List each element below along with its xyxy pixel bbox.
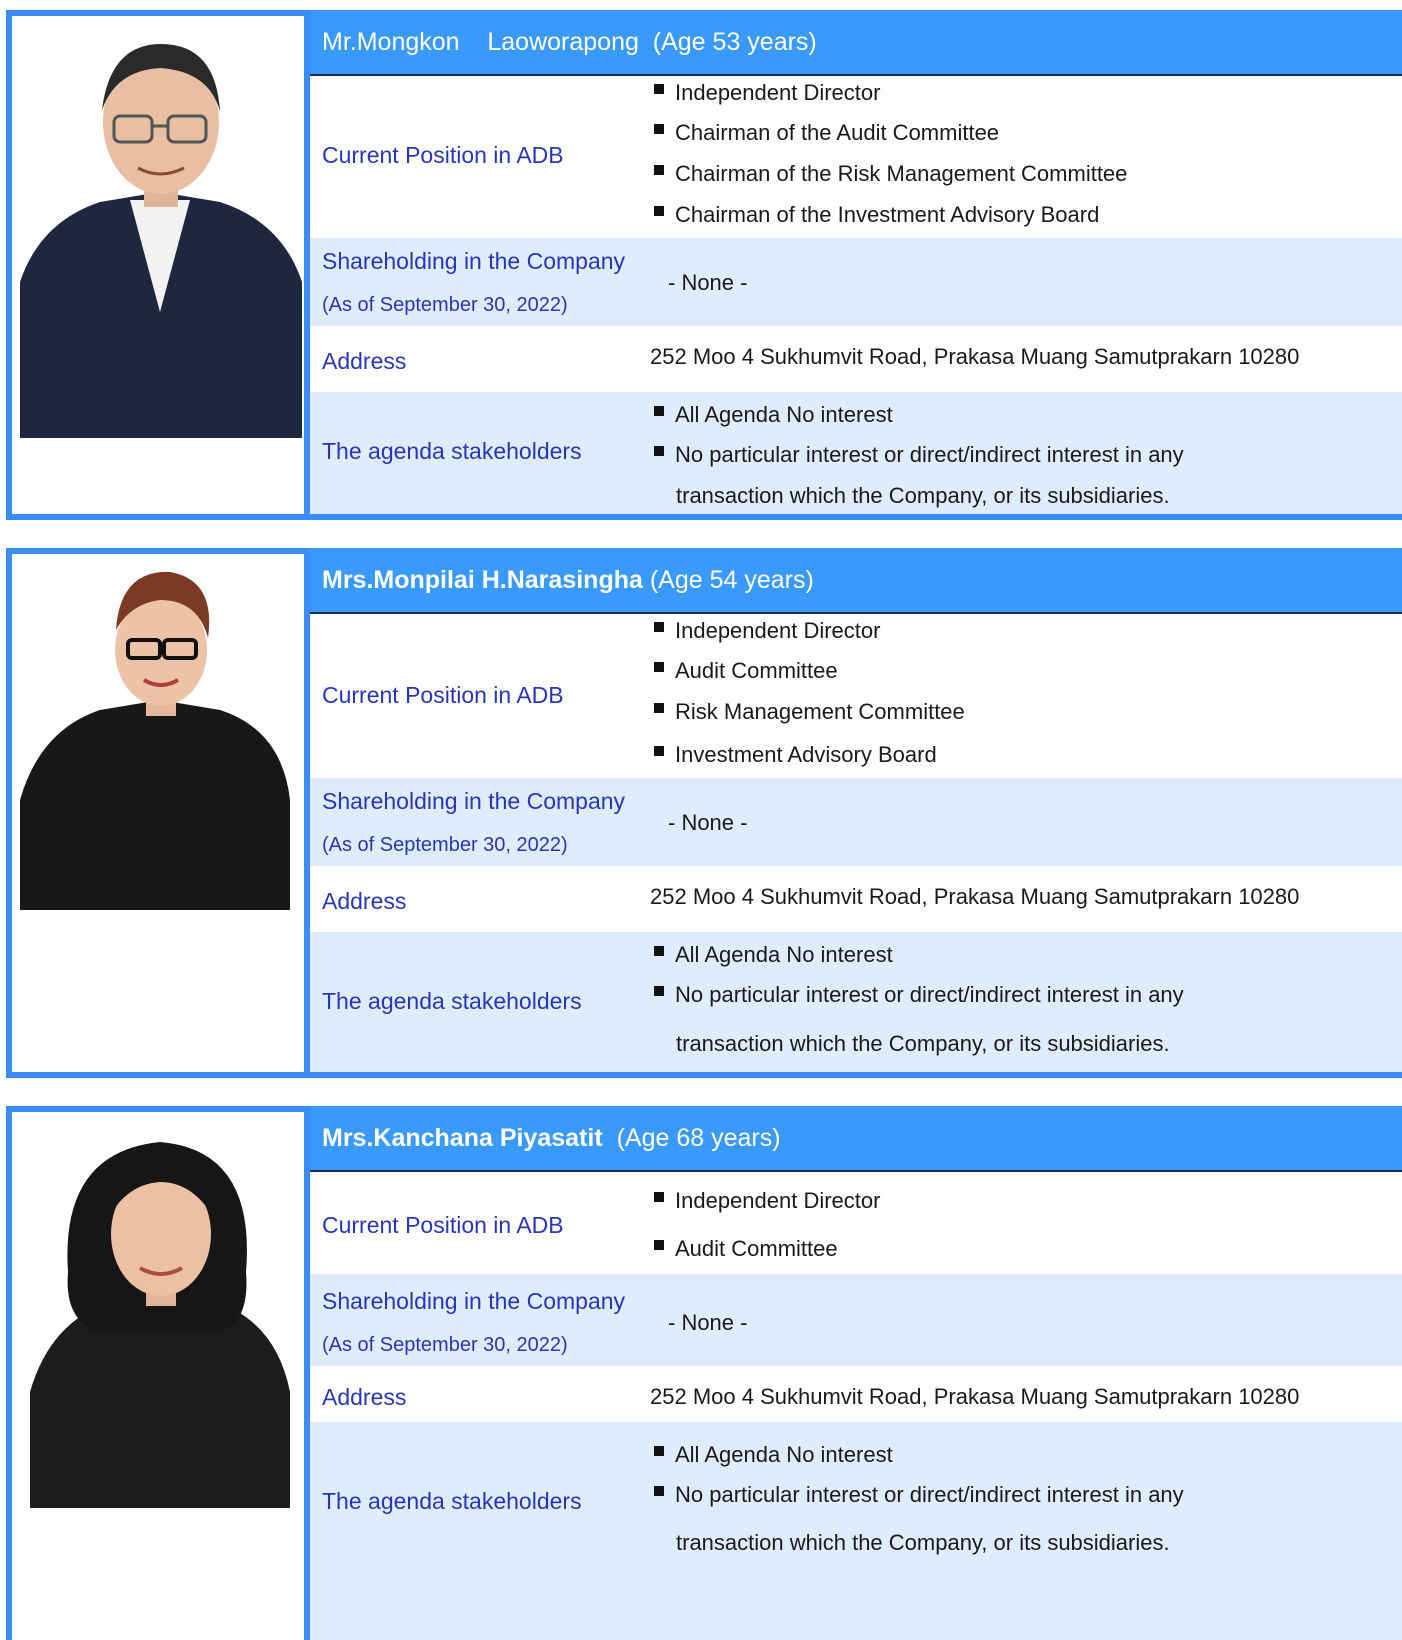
- list-item: Risk Management Committee: [654, 699, 965, 725]
- list-item: Investment Advisory Board: [654, 742, 937, 768]
- address-label: Address: [322, 888, 407, 914]
- director-age: (Age 68 years): [616, 1124, 781, 1152]
- list-item: Audit Committee: [654, 658, 838, 684]
- list-item: Chairman of the Investment Advisory Boar…: [654, 202, 1099, 228]
- director-info: Mrs.Monpilai H.Narasingha (Age 54 years)…: [310, 548, 1402, 1078]
- list-item: Independent Director: [654, 80, 880, 106]
- address-label: Address: [322, 1384, 407, 1410]
- as-of-label: (As of September 30, 2022): [322, 834, 568, 856]
- position-label: Current Position in ADB: [322, 682, 564, 708]
- bullet-icon: [654, 1446, 664, 1456]
- shareholding-label: Shareholding in the Company: [322, 1288, 626, 1314]
- bullet-icon: [654, 746, 664, 756]
- director-info: Mrs.Kanchana Piyasatit (Age 68 years) Cu…: [310, 1106, 1402, 1640]
- agenda-label: The agenda stakeholders: [322, 1488, 582, 1514]
- bullet-icon: [654, 406, 664, 416]
- bullet-icon: [654, 1192, 664, 1202]
- as-of-label: (As of September 30, 2022): [322, 1334, 568, 1356]
- list-item-continuation: transaction which the Company, or its su…: [676, 483, 1170, 508]
- shareholding-row: Shareholding in the Company (As of Septe…: [310, 1274, 1402, 1366]
- address-row: Address 252 Moo 4 Sukhumvit Road, Prakas…: [310, 1366, 1402, 1422]
- agenda-row: The agenda stakeholders All Agenda No in…: [310, 1422, 1402, 1640]
- list-item: Independent Director: [654, 1188, 880, 1214]
- director-age: (Age 53 years): [652, 28, 817, 56]
- agenda-label: The agenda stakeholders: [322, 988, 582, 1014]
- director-photo: [20, 1122, 302, 1508]
- bullet-icon: [654, 124, 664, 134]
- list-item: No particular interest or direct/indirec…: [654, 1482, 1184, 1508]
- bullet-icon: [654, 1486, 664, 1496]
- list-item: No particular interest or direct/indirec…: [654, 442, 1184, 468]
- shareholding-row: Shareholding in the Company (As of Septe…: [310, 238, 1402, 326]
- bullet-icon: [654, 986, 664, 996]
- director-card-3: Mrs.Kanchana Piyasatit (Age 68 years) Cu…: [6, 1106, 1402, 1640]
- address-value: 252 Moo 4 Sukhumvit Road, Prakasa Muang …: [650, 344, 1300, 369]
- bullet-icon: [654, 446, 664, 456]
- list-item: Independent Director: [654, 618, 880, 644]
- address-row: Address 252 Moo 4 Sukhumvit Road, Prakas…: [310, 866, 1402, 932]
- agenda-label: The agenda stakeholders: [322, 438, 582, 464]
- director-name: Mrs.Kanchana Piyasatit: [322, 1124, 603, 1152]
- bullet-icon: [654, 165, 664, 175]
- director-photo: [20, 560, 302, 910]
- name-header: Mr.Mongkon Laoworapong (Age 53 years): [310, 10, 1402, 76]
- director-age: (Age 54 years): [649, 566, 814, 594]
- agenda-row: The agenda stakeholders All Agenda No in…: [310, 932, 1402, 1072]
- bullet-icon: [654, 206, 664, 216]
- list-item: Audit Committee: [654, 1236, 838, 1262]
- photo-frame: [6, 548, 310, 1078]
- shareholding-value: - None -: [668, 270, 748, 295]
- photo-frame: [6, 10, 310, 520]
- bullet-icon: [654, 1240, 664, 1250]
- list-item: Chairman of the Risk Management Committe…: [654, 161, 1127, 187]
- director-info: Mr.Mongkon Laoworapong (Age 53 years) Cu…: [310, 10, 1402, 520]
- address-value: 252 Moo 4 Sukhumvit Road, Prakasa Muang …: [650, 1384, 1300, 1409]
- name-header: Mrs.Monpilai H.Narasingha (Age 54 years): [310, 548, 1402, 614]
- position-label: Current Position in ADB: [322, 1212, 564, 1238]
- director-name: Mr.Mongkon: [322, 28, 460, 56]
- shareholding-row: Shareholding in the Company (As of Septe…: [310, 778, 1402, 866]
- address-label: Address: [322, 348, 407, 374]
- card-bottom-border: [6, 514, 1402, 520]
- address-row: Address 252 Moo 4 Sukhumvit Road, Prakas…: [310, 326, 1402, 392]
- director-surname: Laoworapong: [487, 28, 639, 56]
- position-row: Current Position in ADB Independent Dire…: [310, 614, 1402, 778]
- director-card-2: Mrs.Monpilai H.Narasingha (Age 54 years)…: [6, 548, 1402, 1078]
- director-card-1: Mr.Mongkon Laoworapong (Age 53 years) Cu…: [6, 10, 1402, 520]
- bullet-icon: [654, 946, 664, 956]
- list-item: All Agenda No interest: [654, 402, 893, 428]
- list-item: No particular interest or direct/indirec…: [654, 982, 1184, 1008]
- agenda-row: The agenda stakeholders All Agenda No in…: [310, 392, 1402, 514]
- director-photo: [20, 22, 302, 438]
- director-name: Mrs.Monpilai H.Narasingha: [322, 566, 643, 594]
- card-bottom-border: [6, 1072, 1402, 1078]
- as-of-label: (As of September 30, 2022): [322, 294, 568, 316]
- list-item: All Agenda No interest: [654, 1442, 893, 1468]
- position-label: Current Position in ADB: [322, 142, 564, 168]
- bullet-icon: [654, 622, 664, 632]
- bullet-icon: [654, 662, 664, 672]
- shareholding-label: Shareholding in the Company: [322, 788, 626, 814]
- list-item: Chairman of the Audit Committee: [654, 120, 999, 146]
- shareholding-value: - None -: [668, 810, 748, 835]
- shareholding-label: Shareholding in the Company: [322, 248, 626, 274]
- bullet-icon: [654, 84, 664, 94]
- position-row: Current Position in ADB Independent Dire…: [310, 76, 1402, 238]
- name-header: Mrs.Kanchana Piyasatit (Age 68 years): [310, 1106, 1402, 1172]
- photo-frame: [6, 1106, 310, 1640]
- shareholding-value: - None -: [668, 1310, 748, 1335]
- position-row: Current Position in ADB Independent Dire…: [310, 1172, 1402, 1274]
- list-item-continuation: transaction which the Company, or its su…: [676, 1530, 1170, 1555]
- list-item: All Agenda No interest: [654, 942, 893, 968]
- bullet-icon: [654, 703, 664, 713]
- address-value: 252 Moo 4 Sukhumvit Road, Prakasa Muang …: [650, 884, 1300, 909]
- list-item-continuation: transaction which the Company, or its su…: [676, 1031, 1170, 1056]
